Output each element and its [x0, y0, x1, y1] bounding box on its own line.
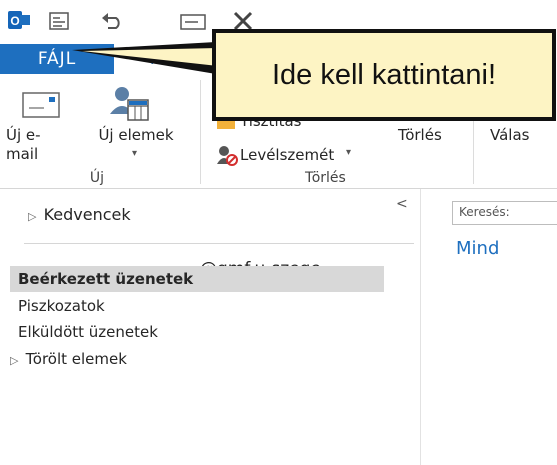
callout-box: Ide kell kattintani! [212, 29, 556, 121]
callout-text: Ide kell kattintani! [271, 58, 497, 91]
